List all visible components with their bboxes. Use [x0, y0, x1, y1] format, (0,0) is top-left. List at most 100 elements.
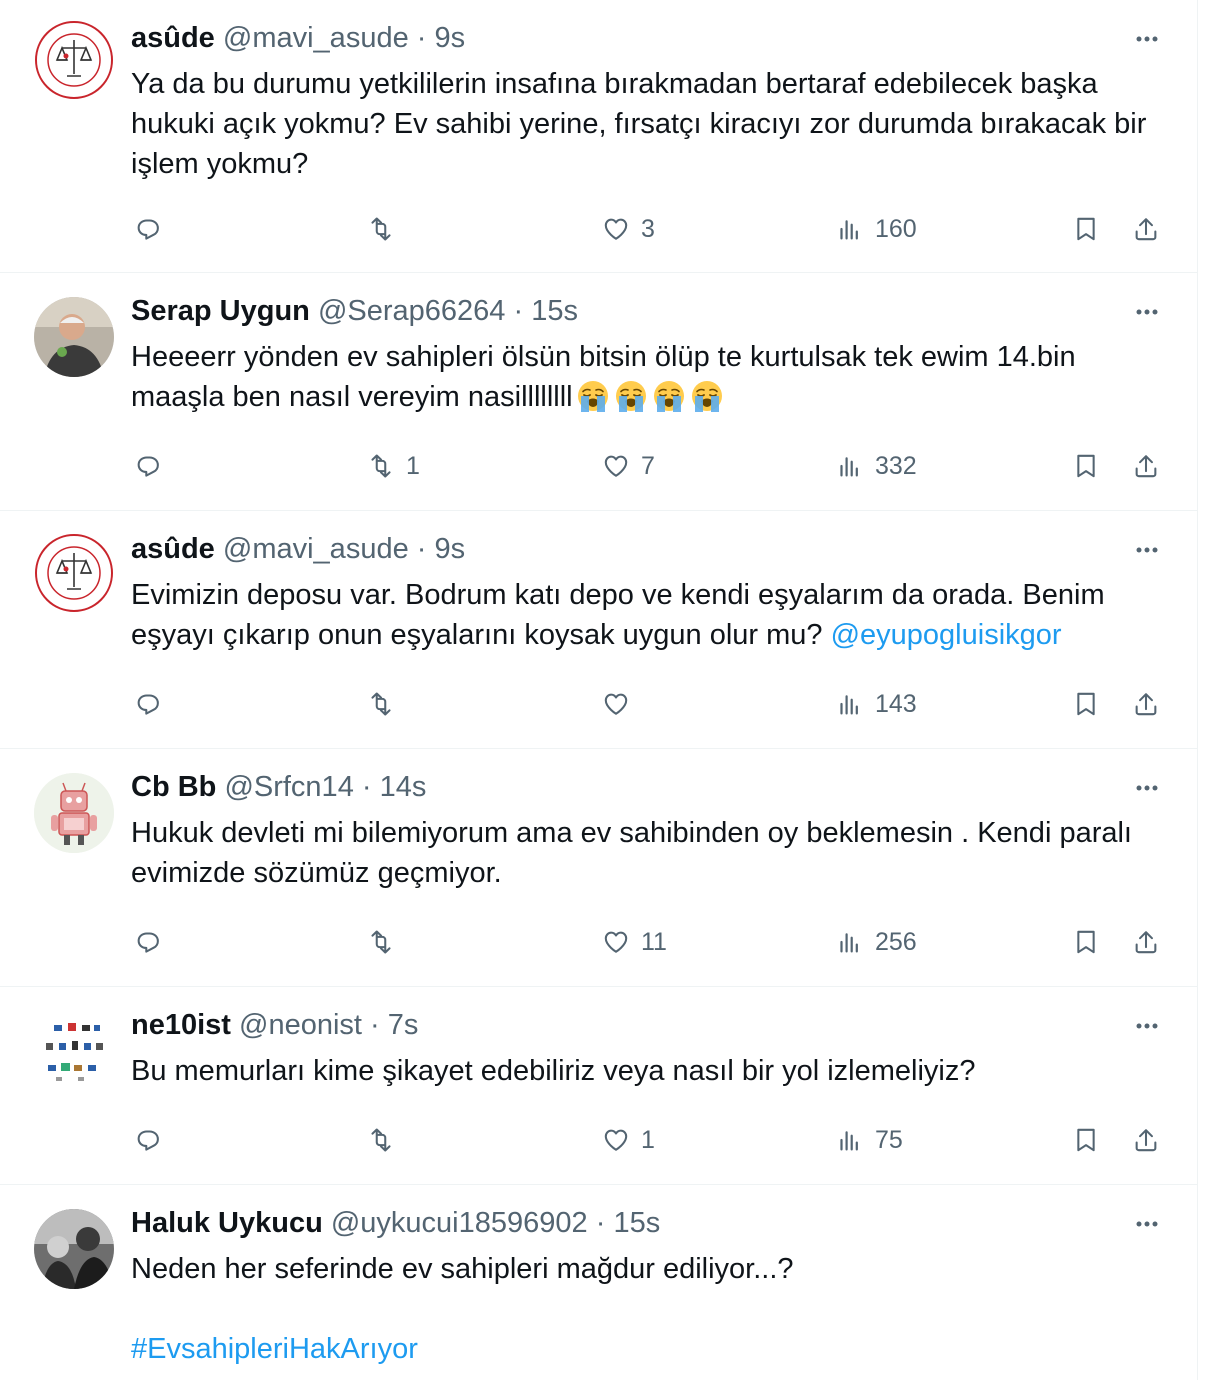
tweet-text: Ya da bu durumu yetkililerin insafına bı… [131, 68, 1147, 180]
like-button[interactable] [599, 684, 641, 724]
bookmark-button[interactable] [1069, 209, 1103, 249]
reply-button[interactable] [131, 684, 165, 724]
reply-feed: asûde @mavi_asude · 9s Ya da bu durumu y… [0, 0, 1198, 1380]
avatar[interactable] [34, 20, 114, 100]
user-handle[interactable]: @Srfcn14 [224, 771, 353, 803]
timestamp[interactable]: 15s [613, 1207, 660, 1239]
user-handle[interactable]: @mavi_asude [223, 22, 409, 54]
tweet-actions: 3 160 [131, 209, 1171, 249]
share-icon [1135, 931, 1157, 954]
display-name[interactable]: Haluk Uykucu [131, 1207, 323, 1239]
tweet[interactable]: asûde @mavi_asude · 9s Ya da bu durumu y… [0, 0, 1197, 273]
heart-icon [604, 218, 628, 240]
more-options-button[interactable] [1127, 1207, 1167, 1241]
user-handle[interactable]: @neonist [239, 1009, 362, 1041]
more-options-button[interactable] [1127, 533, 1167, 567]
avatar[interactable] [34, 773, 114, 853]
tweet[interactable]: Haluk Uykucu @uykucui18596902 · 15s Nede… [0, 1185, 1197, 1385]
bookmark-button[interactable] [1069, 446, 1103, 486]
loudly-crying-face-icon [652, 380, 685, 413]
views-button[interactable]: 332 [833, 446, 917, 486]
retweet-icon [371, 1128, 391, 1152]
tweet-header: asûde @mavi_asude · 9s [131, 18, 465, 58]
tweet-text: Heeeerr yönden ev sahipleri ölsün bitsin… [131, 337, 1171, 417]
more-icon [1136, 785, 1158, 791]
like-count: 3 [641, 214, 655, 243]
timestamp[interactable]: 7s [388, 1009, 419, 1041]
bookmark-button[interactable] [1069, 922, 1103, 962]
bookmark-icon [1077, 692, 1095, 716]
more-options-button[interactable] [1127, 1009, 1167, 1043]
views-icon [840, 1131, 858, 1151]
share-button[interactable] [1129, 446, 1163, 486]
share-button[interactable] [1129, 1120, 1163, 1160]
hashtag-link[interactable]: #EvsahipleriHakArıyor [131, 1329, 1171, 1369]
timestamp[interactable]: 9s [435, 22, 466, 54]
more-options-button[interactable] [1127, 295, 1167, 329]
timestamp[interactable]: 14s [380, 771, 427, 803]
share-button[interactable] [1129, 684, 1163, 724]
views-button[interactable]: 143 [833, 684, 917, 724]
display-name[interactable]: ne10ist [131, 1009, 231, 1041]
tweet[interactable]: Serap Uygun @Serap66264 · 15s Heeeerr yö… [0, 273, 1197, 511]
display-name[interactable]: Cb Bb [131, 771, 216, 803]
views-icon [840, 933, 858, 953]
views-button[interactable]: 160 [833, 209, 917, 249]
tweet-header: Serap Uygun @Serap66264 · 15s [131, 291, 578, 331]
share-button[interactable] [1129, 922, 1163, 962]
views-button[interactable]: 75 [833, 1120, 903, 1160]
like-button[interactable]: 1 [599, 1120, 655, 1160]
user-handle[interactable]: @Serap66264 [318, 295, 505, 327]
avatar[interactable] [34, 297, 114, 377]
like-button[interactable]: 7 [599, 446, 655, 486]
more-options-button[interactable] [1127, 22, 1167, 56]
avatar[interactable] [34, 533, 114, 613]
views-button[interactable]: 256 [833, 922, 917, 962]
reply-button[interactable] [131, 922, 165, 962]
timestamp[interactable]: 15s [531, 295, 578, 327]
retweet-icon [371, 454, 391, 478]
avatar[interactable] [34, 1209, 114, 1289]
like-button[interactable]: 11 [599, 922, 667, 962]
display-name[interactable]: Serap Uygun [131, 295, 310, 327]
bookmark-icon [1077, 1128, 1095, 1152]
user-photo-icon [34, 297, 114, 377]
bookmark-button[interactable] [1069, 1120, 1103, 1160]
like-button[interactable]: 3 [599, 209, 655, 249]
share-button[interactable] [1129, 209, 1163, 249]
separator-dot: · [416, 22, 427, 54]
bookmark-button[interactable] [1069, 684, 1103, 724]
retweet-button[interactable] [364, 1120, 406, 1160]
display-name[interactable]: asûde [131, 22, 215, 54]
reply-button[interactable] [131, 1120, 165, 1160]
tweet-actions: 143 [131, 684, 1171, 724]
robot-avatar-icon [34, 773, 114, 853]
user-handle[interactable]: @mavi_asude [223, 533, 409, 565]
retweet-count: 1 [406, 451, 420, 480]
retweet-button[interactable] [364, 922, 406, 962]
reply-icon [137, 219, 159, 240]
evsahipleri-logo-icon [35, 21, 113, 99]
evsahipleri-logo-icon [35, 534, 113, 612]
heart-icon [604, 931, 628, 953]
user-handle[interactable]: @uykucui18596902 [331, 1207, 588, 1239]
separator-dot: · [416, 533, 427, 565]
bookmark-icon [1077, 217, 1095, 241]
tweet[interactable]: ne10ist @neonist · 7s Bu memurları kime … [0, 987, 1197, 1185]
reply-button[interactable] [131, 446, 165, 486]
tweet-actions: 1 75 [131, 1120, 1171, 1160]
tweet[interactable]: Cb Bb @Srfcn14 · 14s Hukuk devleti mi bi… [0, 749, 1197, 987]
retweet-button[interactable] [364, 209, 406, 249]
tweet[interactable]: asûde @mavi_asude · 9s Evimizin deposu v… [0, 511, 1197, 749]
more-options-button[interactable] [1127, 771, 1167, 805]
display-name[interactable]: asûde [131, 533, 215, 565]
loudly-crying-face-icon [690, 380, 723, 413]
avatar[interactable] [34, 1011, 114, 1091]
retweet-button[interactable]: 1 [364, 446, 420, 486]
reply-button[interactable] [131, 209, 165, 249]
retweet-button[interactable] [364, 684, 406, 724]
mention-link[interactable]: @eyupogluisikgor [831, 619, 1062, 651]
timestamp[interactable]: 9s [435, 533, 466, 565]
retweet-icon [371, 217, 391, 241]
heart-icon [604, 455, 628, 477]
